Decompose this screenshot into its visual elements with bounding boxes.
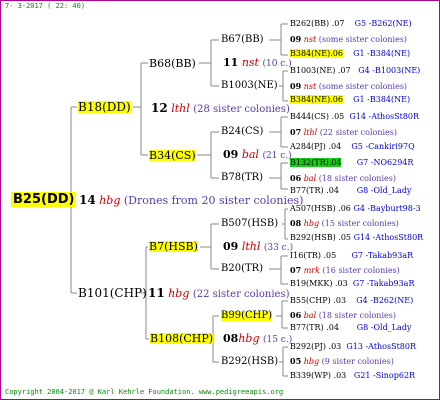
queen-gen2[interactable]: B34(CS) — [149, 150, 196, 161]
queen-gen2[interactable]: B108(CHP) — [150, 333, 214, 344]
drones-gen4-row: 05 hbg (9 sister colonies) — [290, 356, 394, 366]
queen-gen4-row: B292(PJ) .03 G13 -AthosSt80R — [290, 342, 416, 351]
queen-gen4-row: B339(WP) .03 G21 -Sinop62R — [290, 371, 416, 380]
queen-gen4-row: B384(NE).06 G1 -B384(NE) — [290, 95, 411, 104]
drones-gen2: 11 nst (10 c.) — [223, 56, 292, 69]
queen-gen3[interactable]: B1003(NE) — [221, 81, 278, 91]
queen-gen2[interactable]: B7(HSB) — [149, 241, 198, 252]
drones-gen4-row: 06 bal (18 sister colonies) — [290, 173, 396, 183]
drones-gen4-row: 09 nst (some sister colonies) — [290, 34, 408, 44]
queen-gen3[interactable]: B24(CS) — [221, 127, 263, 137]
drones-line: 14 hbg (Drones from 20 sister colonies) — [79, 193, 304, 207]
queen-gen4-row: A507(HSB) .06 G4 -Bayburt98-3 — [290, 204, 421, 213]
queen-gen1-sire[interactable]: B101(CHP) — [78, 287, 147, 299]
queen-gen4-row: I16(TR) .05 G7 -Takab93aR — [290, 251, 414, 260]
queen-gen4-row: B292(HSB) .05 G14 -AthosSt80R — [290, 233, 424, 242]
queen-gen3[interactable]: B67(BB) — [221, 35, 264, 45]
queen-gen2[interactable]: B68(BB) — [149, 58, 196, 69]
queen-gen4-row: A284(PJ) .04 G5 -Cankiri97Q — [290, 142, 415, 151]
drones-gen2: 09 bal (21 c.) — [223, 148, 292, 161]
queen-gen4-row: B77(TR) .04 G8 -Old_Lady — [290, 323, 412, 332]
drones-gen2: 09 lthl (33 c.) — [223, 240, 294, 253]
queen-gen3[interactable]: B78(TR) — [221, 173, 263, 183]
drones-gen4-row: 07 lthl (22 sister colonies) — [290, 127, 397, 137]
queen-gen4-row: B444(CS) .05 G14 -AthosSt80R — [290, 112, 420, 121]
drones-gen4-row: 08 hbg (15 sister colonies) — [290, 218, 399, 228]
queen-gen3[interactable]: B507(HSB) — [221, 219, 278, 229]
queen-gen4-row: B262(BB) .07 G5 -B262(NE) — [290, 19, 412, 28]
queen-gen4-row: B384(NE).06 G1 -B384(NE) — [290, 49, 411, 58]
drones-gen2: 08hbg (15 c.) — [223, 332, 293, 345]
pedigree-frame: 7- 3-2017 ( 22: 40) B25(DD) 14 hbg (Dron… — [0, 0, 440, 400]
drones-gen1-dam: 12 lthl (28 sister colonies) — [151, 101, 290, 115]
queen-gen1-dam[interactable]: B18(DD) — [78, 101, 131, 113]
queen-gen4-row: B19(MKK) .03 G7 -Takab93aR — [290, 279, 415, 288]
drones-gen4-row: 06 bal (18 sister colonies) — [290, 310, 396, 320]
queen-gen3[interactable]: B99(CHP) — [221, 311, 272, 321]
queen-gen4-row: B132(TR).04 G7 -NO6294R — [290, 158, 414, 167]
queen-gen4-row: B55(CHP) .03 G4 -B262(NE) — [290, 296, 414, 305]
drones-gen1-sire: 11 hbg (22 sister colonies) — [148, 286, 290, 300]
drones-gen4-row: 09 nst (some sister colonies) — [290, 81, 408, 91]
queen-gen3[interactable]: B292(HSB) — [221, 357, 278, 367]
drones-gen4-row: 07 mrk (16 sister colonies) — [290, 265, 400, 275]
queen-gen4-row: B1003(NE) .07 G4 -B1003(NE) — [290, 66, 421, 75]
copyright-footer: Copyright 2004-2017 @ Karl Kehrle Founda… — [5, 388, 284, 396]
queen-gen4-row: B77(TR) .04 G8 -Old_Lady — [290, 186, 412, 195]
root-queen[interactable]: B25(DD) — [11, 192, 77, 207]
timestamp-header: 7- 3-2017 ( 22: 40) — [5, 2, 86, 10]
queen-gen3[interactable]: B20(TR) — [221, 264, 263, 274]
